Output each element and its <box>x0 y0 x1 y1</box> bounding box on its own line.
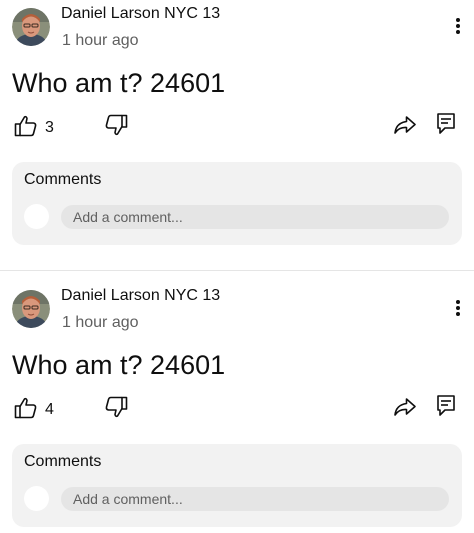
comments-heading: Comments <box>24 453 102 470</box>
thumb-down-icon[interactable] <box>102 394 130 420</box>
add-comment-input[interactable] <box>61 487 449 511</box>
post-divider <box>0 270 474 271</box>
thumb-down-icon[interactable] <box>102 112 130 138</box>
post-text: Who am t? 24601 <box>12 350 226 380</box>
author-avatar[interactable] <box>12 290 50 328</box>
user-avatar <box>24 486 49 511</box>
comment-icon[interactable] <box>433 392 459 420</box>
comments-panel[interactable]: Comments <box>12 444 462 527</box>
community-post: Daniel Larson NYC 13 1 hour ago Who am t… <box>0 0 474 262</box>
author-avatar[interactable] <box>12 8 50 46</box>
share-icon[interactable] <box>391 394 419 420</box>
comments-heading: Comments <box>24 171 102 188</box>
post-timestamp: 1 hour ago <box>62 32 139 49</box>
comments-panel[interactable]: Comments <box>12 162 462 245</box>
thumb-up-icon[interactable] <box>11 395 41 421</box>
user-avatar <box>24 204 49 229</box>
add-comment-input[interactable] <box>61 205 449 229</box>
post-timestamp: 1 hour ago <box>62 314 139 331</box>
thumb-up-icon[interactable] <box>11 113 41 139</box>
community-post: Daniel Larson NYC 13 1 hour ago Who am t… <box>0 282 474 533</box>
more-vert-icon[interactable] <box>446 14 470 38</box>
share-icon[interactable] <box>391 112 419 138</box>
post-text: Who am t? 24601 <box>12 68 226 98</box>
comment-icon[interactable] <box>433 110 459 138</box>
more-vert-icon[interactable] <box>446 296 470 320</box>
post-feed: Daniel Larson NYC 13 1 hour ago Who am t… <box>0 0 474 533</box>
like-count: 4 <box>45 401 54 418</box>
like-count: 3 <box>45 119 54 136</box>
author-name[interactable]: Daniel Larson NYC 13 <box>61 287 220 305</box>
author-name[interactable]: Daniel Larson NYC 13 <box>61 5 220 23</box>
